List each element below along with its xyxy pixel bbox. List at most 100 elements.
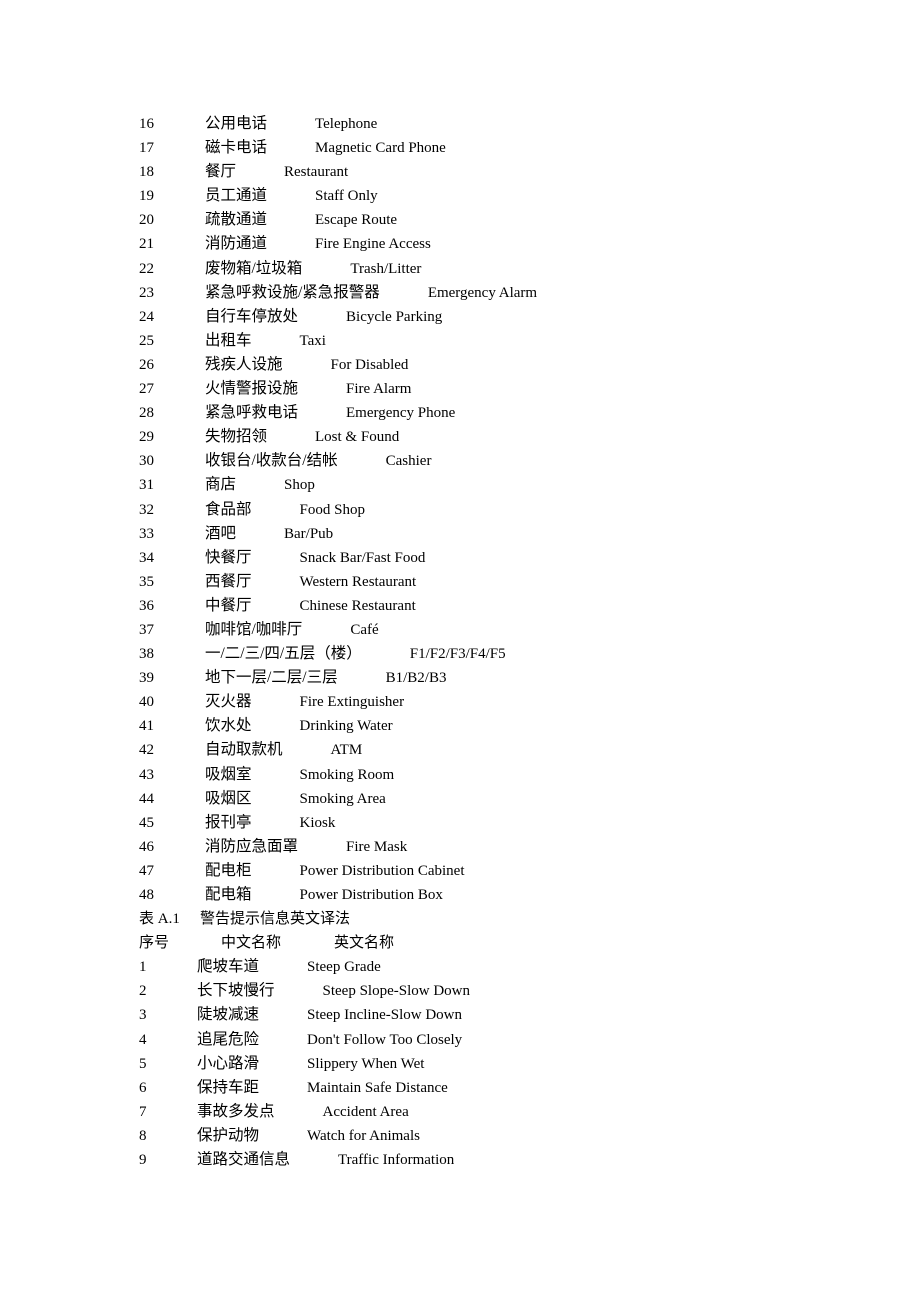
item-english-name: Accident Area (322, 1103, 409, 1120)
list-item: 35 西餐厅 Western Restaurant (139, 572, 537, 596)
item-chinese-name: 保持车距 (197, 1078, 260, 1096)
item-english-name: Emergency Phone (346, 405, 456, 422)
item-number: 48 (139, 887, 154, 903)
list-item: 7 事故多发点 Accident Area (139, 1102, 537, 1126)
item-number: 20 (139, 212, 154, 229)
list-item: 42 自动取款机 ATM (139, 740, 537, 764)
item-english-name: ATM (330, 742, 363, 759)
item-number: 25 (139, 332, 154, 349)
item-number: 45 (139, 814, 154, 831)
item-chinese-name: 吸烟室 (205, 765, 252, 783)
item-chinese-name: 报刊亭 (205, 813, 252, 831)
table-caption-label: 表 A.1 (139, 911, 180, 928)
item-english-name: Café (350, 621, 379, 638)
item-number: 3 (139, 1007, 147, 1024)
item-english-name: Magnetic Card Phone (315, 140, 446, 157)
item-number: 6 (139, 1079, 147, 1096)
item-english-name: Fire Alarm (346, 381, 412, 398)
item-chinese-name: 疏散通道 (205, 211, 268, 229)
list-item: 32 食品部 Food Shop (139, 500, 537, 524)
item-english-name: Maintain Safe Distance (307, 1079, 448, 1096)
item-number: 33 (139, 525, 154, 542)
item-chinese-name: 自动取款机 (205, 741, 283, 759)
item-english-name: Shop (284, 477, 315, 494)
list-item: 20 疏散通道 Escape Route (139, 210, 537, 234)
item-number: 24 (139, 308, 154, 325)
list-item: 22 废物箱/垃圾箱 Trash/Litter (139, 259, 537, 283)
item-english-name: Restaurant (284, 164, 349, 181)
item-english-name: Watch for Animals (307, 1127, 420, 1144)
item-chinese-name: 配电柜 (205, 861, 252, 879)
item-chinese-name: 残疾人设施 (205, 355, 283, 373)
item-english-name: Don't Follow Too Closely (307, 1031, 463, 1048)
list-item: 5 小心路滑 Slippery When Wet (139, 1054, 537, 1078)
list-item: 29 失物招领 Lost & Found (139, 427, 537, 451)
item-number: 1 (139, 959, 147, 976)
item-english-name: Lost & Found (315, 429, 400, 446)
item-chinese-name: 小心路滑 (197, 1054, 260, 1072)
item-number: 23 (139, 284, 154, 301)
item-chinese-name: 公用电话 (205, 115, 268, 132)
item-chinese-name: 灭火器 (205, 693, 252, 711)
list-item: 24 自行车停放处 Bicycle Parking (139, 307, 537, 331)
item-number: 41 (139, 718, 154, 735)
item-english-name: Power Distribution Box (299, 887, 443, 903)
header-number: 序号 (139, 935, 170, 952)
item-number: 35 (139, 573, 154, 590)
item-chinese-name: 消防通道 (205, 235, 268, 253)
header-chinese-name: 中文名称 (221, 935, 282, 952)
list-item: 48 配电箱 Power Distribution Box (139, 885, 537, 909)
list-item: 47 配电柜 Power Distribution Cabinet (139, 861, 537, 885)
item-chinese-name: 自行车停放处 (205, 307, 299, 325)
list-item: 3 陡坡减速 Steep Incline-Slow Down (139, 1005, 537, 1029)
item-chinese-name: 餐厅 (205, 163, 237, 181)
item-number: 4 (139, 1031, 147, 1048)
item-english-name: Fire Mask (346, 838, 408, 855)
item-chinese-name: 饮水处 (205, 717, 252, 735)
item-english-name: Slippery When Wet (307, 1055, 425, 1072)
item-number: 27 (139, 381, 154, 398)
item-number: 30 (139, 453, 154, 470)
item-number: 26 (139, 356, 154, 373)
item-chinese-name: 紧急呼救电话 (205, 404, 299, 422)
list-item: 31 商店 Shop (139, 475, 537, 499)
item-english-name: Fire Extinguisher (299, 694, 405, 711)
item-english-name: Steep Slope-Slow Down (322, 983, 471, 1000)
item-chinese-name: 保护动物 (197, 1126, 260, 1144)
item-number: 36 (139, 597, 154, 614)
list-item: 23 紧急呼救设施/紧急报警器 Emergency Alarm (139, 283, 537, 307)
item-chinese-name: 快餐厅 (205, 548, 252, 566)
item-number: 22 (139, 260, 154, 277)
list-item: 19 员工通道 Staff Only (139, 186, 537, 210)
sign-translation-list: 16 公用电话 Telephone 17 磁卡电话 Magnetic Card Phone… (139, 114, 537, 909)
list-item: 26 残疾人设施 For Disabled (139, 355, 537, 379)
item-english-name: Telephone (315, 116, 378, 132)
item-chinese-name: 咖啡馆/咖啡厅 (205, 620, 303, 638)
item-english-name: Cashier (385, 453, 432, 470)
item-english-name: Smoking Area (299, 790, 386, 807)
table-caption: 表 A.1 警告提示信息英文译法 (139, 909, 537, 933)
list-item: 41 饮水处 Drinking Water (139, 716, 537, 740)
item-number: 46 (139, 838, 154, 855)
list-item: 40 灭火器 Fire Extinguisher (139, 692, 537, 716)
item-english-name: Steep Grade (307, 959, 381, 976)
list-item: 28 紧急呼救电话 Emergency Phone (139, 403, 537, 427)
item-number: 21 (139, 236, 154, 253)
list-item: 43 吸烟室 Smoking Room (139, 765, 537, 789)
item-number: 47 (139, 862, 154, 879)
item-chinese-name: 酒吧 (205, 524, 237, 542)
item-number: 16 (139, 116, 154, 132)
item-english-name: For Disabled (330, 356, 409, 373)
item-chinese-name: 废物箱/垃圾箱 (205, 259, 303, 277)
list-item: 17 磁卡电话 Magnetic Card Phone (139, 138, 537, 162)
item-number: 18 (139, 164, 154, 181)
item-chinese-name: 地下一层/二层/三层 (205, 669, 338, 687)
item-english-name: Steep Incline-Slow Down (307, 1007, 462, 1024)
item-chinese-name: 配电箱 (205, 886, 252, 903)
warning-translation-list: 1 爬坡车道 Steep Grade 2 长下坡慢行 Steep Slope-Slow D… (139, 957, 537, 1174)
item-english-name: Kiosk (299, 814, 336, 831)
item-number: 2 (139, 983, 147, 1000)
item-number: 43 (139, 766, 154, 783)
item-number: 7 (139, 1103, 147, 1120)
list-item: 45 报刊亭 Kiosk (139, 813, 537, 837)
